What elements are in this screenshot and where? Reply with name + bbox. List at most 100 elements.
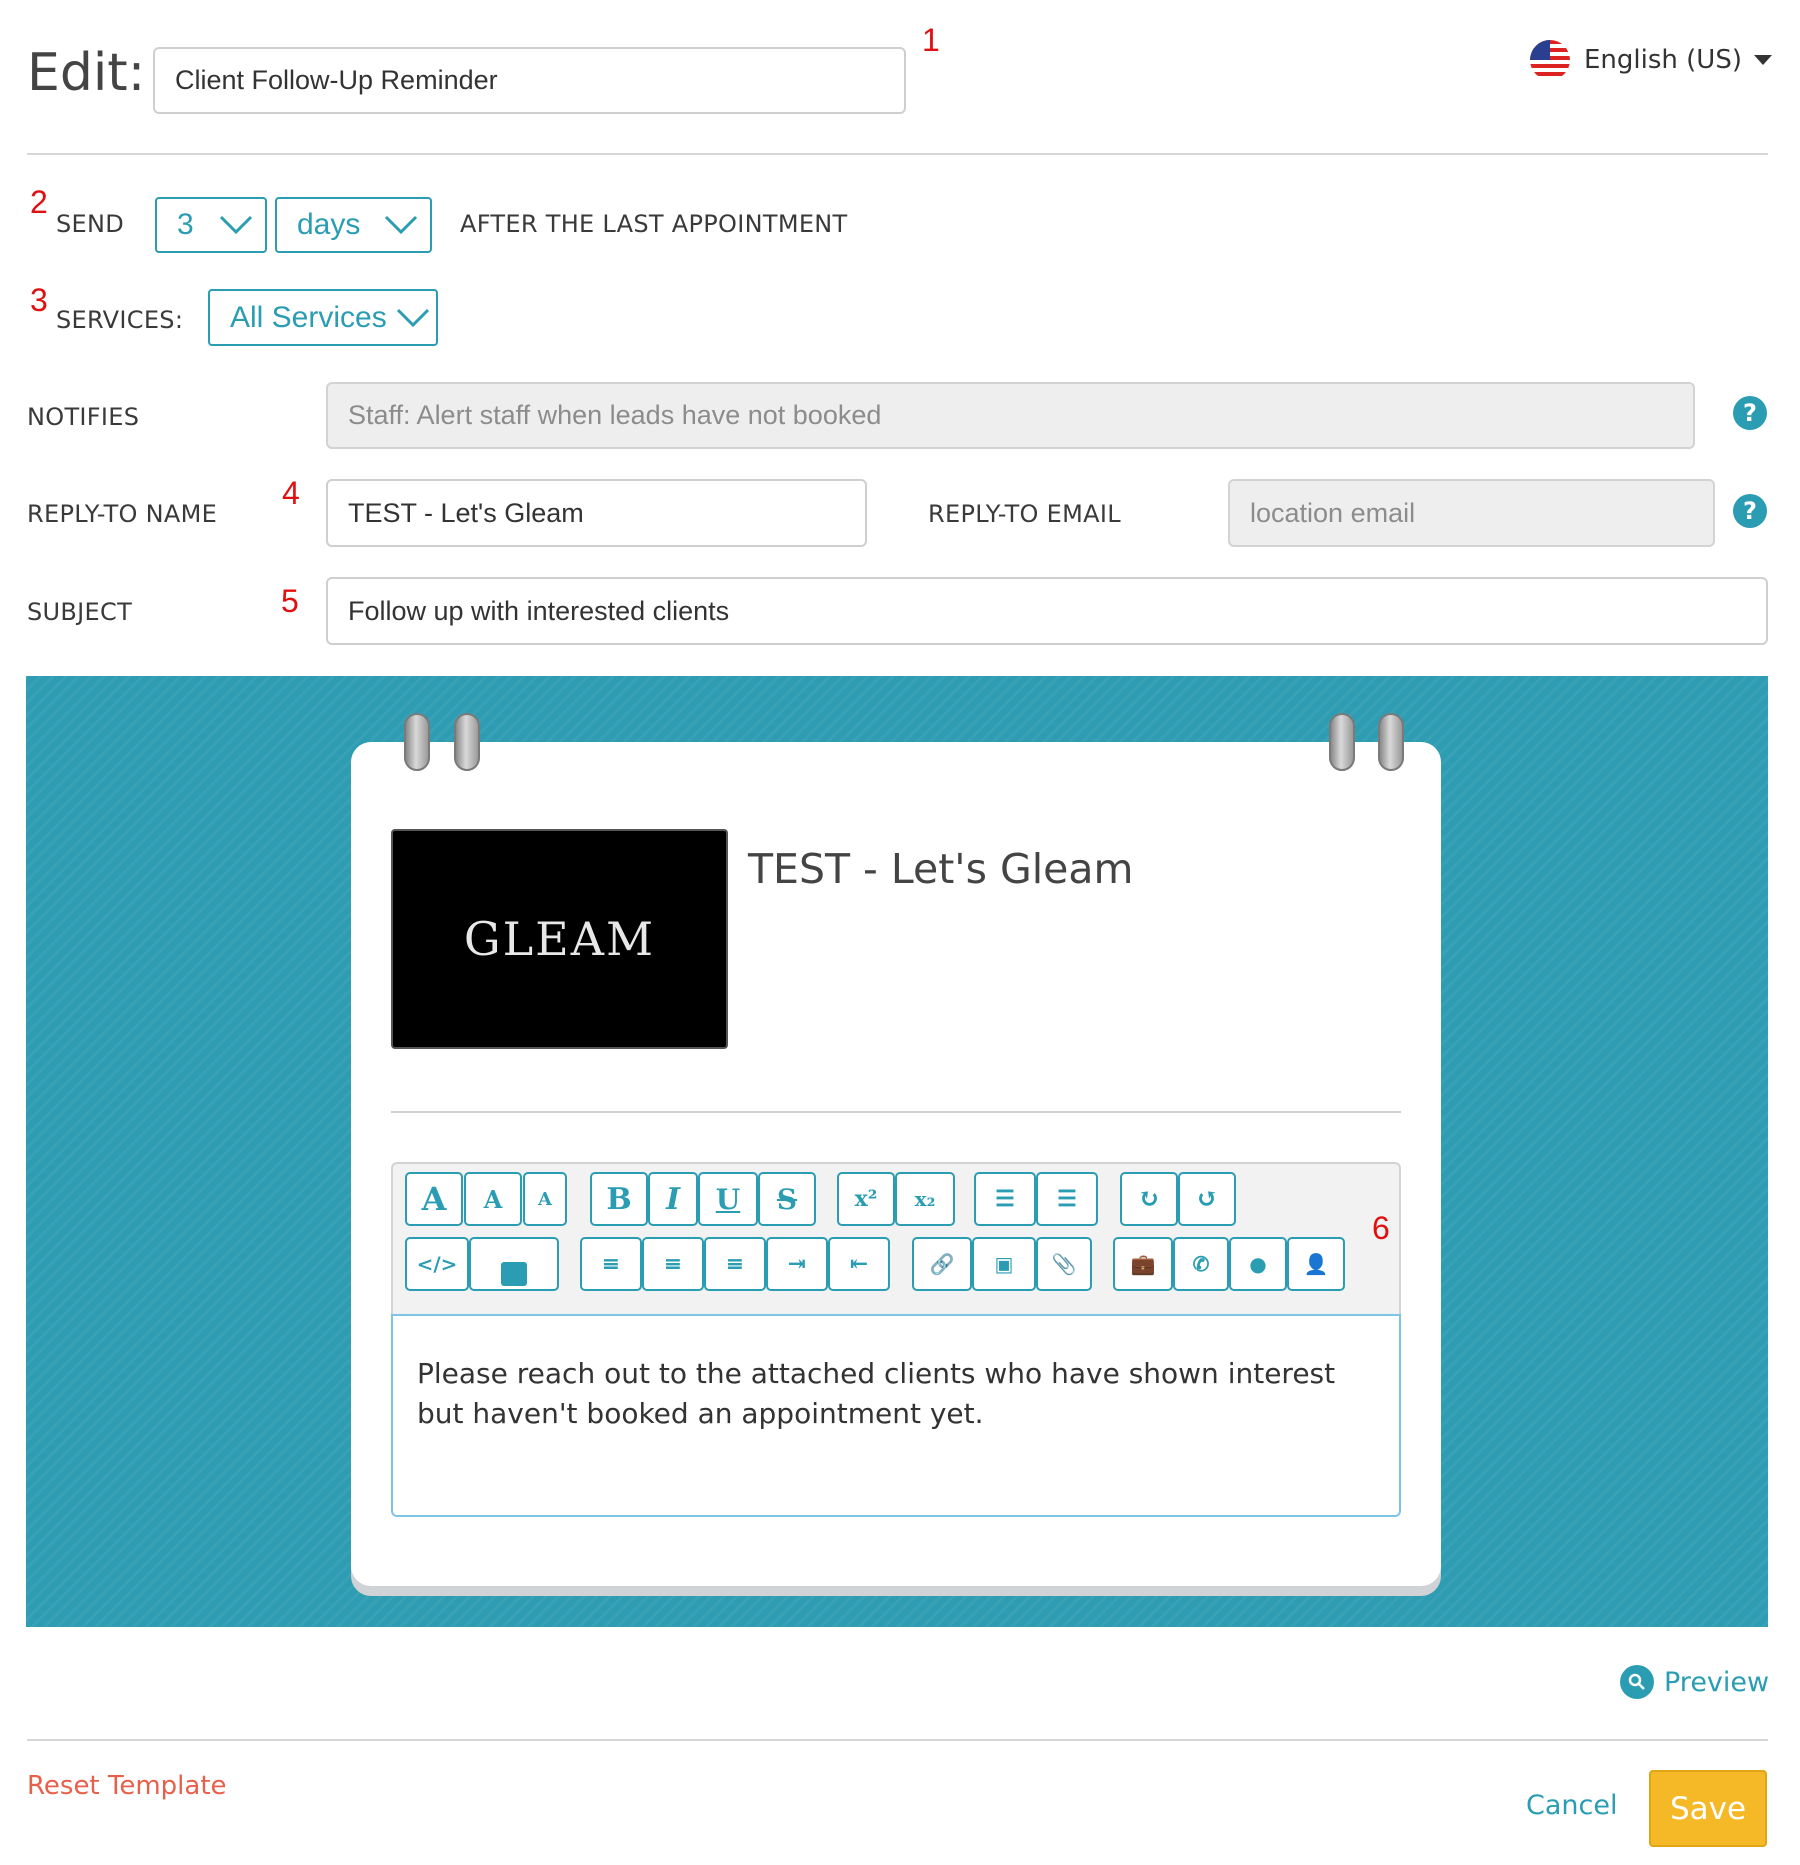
redo-icon: ↻ bbox=[1138, 1184, 1160, 1214]
send-label: SEND bbox=[56, 210, 125, 238]
image-button[interactable]: ▣ bbox=[972, 1237, 1036, 1291]
ring-icon bbox=[404, 713, 430, 771]
bold-button[interactable]: B bbox=[590, 1172, 648, 1226]
superscript-icon: x² bbox=[854, 1186, 878, 1212]
italic-button[interactable]: I bbox=[648, 1172, 698, 1226]
align-right-button[interactable]: ≡ bbox=[704, 1237, 766, 1291]
strikethrough-button[interactable]: S bbox=[758, 1172, 816, 1226]
send-suffix: AFTER THE LAST APPOINTMENT bbox=[460, 210, 848, 238]
link-button[interactable]: 🔗 bbox=[912, 1237, 972, 1291]
font-medium-button[interactable]: A bbox=[464, 1172, 522, 1226]
marker-4: 4 bbox=[282, 475, 300, 511]
person-button[interactable]: 👤 bbox=[1287, 1237, 1345, 1291]
language-label: English (US) bbox=[1584, 45, 1742, 75]
align-right-icon: ≡ bbox=[725, 1251, 745, 1277]
chevron-down-icon bbox=[384, 215, 418, 235]
business-logo[interactable]: GLEAM bbox=[391, 829, 728, 1049]
bulleted-list-button[interactable]: ☰ bbox=[974, 1172, 1036, 1226]
notifies-label: NOTIFIES bbox=[27, 403, 140, 431]
code-icon: </> bbox=[416, 1252, 458, 1276]
chevron-down-icon bbox=[396, 308, 430, 327]
numbered-list-icon: ☰ bbox=[1057, 1186, 1077, 1212]
code-button[interactable]: </> bbox=[405, 1237, 469, 1291]
ring-icon bbox=[1378, 713, 1404, 771]
send-amount-value: 3 bbox=[177, 208, 194, 241]
font-small-icon: A bbox=[538, 1188, 552, 1210]
person-icon: 👤 bbox=[1303, 1252, 1329, 1276]
email-body-text: Please reach out to the attached clients… bbox=[417, 1357, 1336, 1430]
help-icon[interactable]: ? bbox=[1733, 396, 1767, 430]
page-title: Edit: bbox=[27, 43, 146, 103]
language-selector[interactable]: English (US) bbox=[1530, 40, 1772, 80]
reply-to-email-label: REPLY-TO EMAIL bbox=[928, 500, 1121, 528]
caret-down-icon bbox=[1753, 55, 1772, 65]
redo-button[interactable]: ↻ bbox=[1120, 1172, 1178, 1226]
email-body-editor[interactable]: Please reach out to the attached clients… bbox=[391, 1314, 1401, 1517]
preview-label: Preview bbox=[1664, 1666, 1770, 1698]
text-color-button[interactable] bbox=[469, 1237, 559, 1291]
indent-button[interactable]: ⇥ bbox=[766, 1237, 828, 1291]
font-large-button[interactable]: A bbox=[405, 1172, 463, 1226]
subscript-icon: x₂ bbox=[914, 1187, 936, 1211]
font-small-button[interactable]: A bbox=[523, 1172, 567, 1226]
image-icon: ▣ bbox=[994, 1252, 1014, 1276]
search-icon bbox=[1620, 1665, 1654, 1699]
services-value: All Services bbox=[230, 300, 387, 334]
underline-button[interactable]: U bbox=[698, 1172, 758, 1226]
reply-to-name-label: REPLY-TO NAME bbox=[27, 500, 218, 528]
font-medium-icon: A bbox=[483, 1184, 503, 1214]
undo-button[interactable]: ↺ bbox=[1178, 1172, 1236, 1226]
footer-divider bbox=[27, 1739, 1768, 1741]
text-color-icon bbox=[501, 1262, 527, 1286]
phone-icon: ✆ bbox=[1192, 1252, 1210, 1276]
align-left-icon: ≡ bbox=[601, 1251, 621, 1277]
link-icon: 🔗 bbox=[929, 1252, 955, 1276]
template-name-input[interactable]: Client Follow-Up Reminder bbox=[153, 47, 906, 114]
us-flag-icon bbox=[1530, 40, 1570, 80]
reply-to-email-input[interactable]: location email bbox=[1228, 479, 1715, 547]
outdent-button[interactable]: ⇤ bbox=[828, 1237, 890, 1291]
align-left-button[interactable]: ≡ bbox=[580, 1237, 642, 1291]
bold-icon: B bbox=[606, 1181, 632, 1217]
marker-2: 2 bbox=[30, 184, 48, 220]
subscript-button[interactable]: x₂ bbox=[895, 1172, 955, 1226]
send-unit-value: days bbox=[297, 208, 361, 241]
chevron-down-icon bbox=[219, 215, 253, 235]
send-unit-select[interactable]: days bbox=[275, 197, 432, 253]
underline-icon: U bbox=[715, 1182, 741, 1216]
send-amount-select[interactable]: 3 bbox=[155, 197, 267, 253]
subject-label: SUBJECT bbox=[27, 598, 133, 626]
align-center-button[interactable]: ≡ bbox=[642, 1237, 704, 1291]
ring-icon bbox=[1329, 713, 1355, 771]
cancel-button[interactable]: Cancel bbox=[1526, 1790, 1617, 1821]
marker-6: 6 bbox=[1372, 1210, 1390, 1246]
business-button[interactable]: 💼 bbox=[1113, 1237, 1173, 1291]
font-large-icon: A bbox=[421, 1180, 447, 1218]
bulleted-list-icon: ☰ bbox=[995, 1186, 1015, 1212]
marker-1: 1 bbox=[922, 22, 940, 58]
help-icon[interactable]: ? bbox=[1733, 494, 1767, 528]
strikethrough-icon: S bbox=[776, 1182, 798, 1216]
reset-template-link[interactable]: Reset Template bbox=[27, 1771, 227, 1801]
numbered-list-button[interactable]: ☰ bbox=[1036, 1172, 1098, 1226]
services-select[interactable]: All Services bbox=[208, 289, 438, 346]
attachment-icon: 📎 bbox=[1051, 1252, 1077, 1276]
business-name: TEST - Let's Gleam bbox=[748, 845, 1134, 893]
align-center-icon: ≡ bbox=[663, 1251, 683, 1277]
outdent-icon: ⇤ bbox=[849, 1251, 869, 1277]
header-divider bbox=[27, 153, 1768, 155]
preview-link[interactable]: Preview bbox=[1620, 1665, 1769, 1699]
marker-3: 3 bbox=[30, 282, 48, 318]
attachment-button[interactable]: 📎 bbox=[1036, 1237, 1092, 1291]
services-label: SERVICES: bbox=[56, 306, 184, 334]
notifies-field: Staff: Alert staff when leads have not b… bbox=[326, 382, 1695, 449]
phone-button[interactable]: ✆ bbox=[1173, 1237, 1229, 1291]
reply-to-name-input[interactable]: TEST - Let's Gleam bbox=[326, 479, 867, 547]
save-button[interactable]: Save bbox=[1649, 1770, 1767, 1847]
subject-input[interactable]: Follow up with interested clients bbox=[326, 577, 1768, 645]
marker-5: 5 bbox=[281, 583, 299, 619]
ring-icon bbox=[454, 713, 480, 771]
globe-button[interactable]: ● bbox=[1229, 1237, 1287, 1291]
logo-text: GLEAM bbox=[463, 912, 656, 966]
superscript-button[interactable]: x² bbox=[837, 1172, 895, 1226]
